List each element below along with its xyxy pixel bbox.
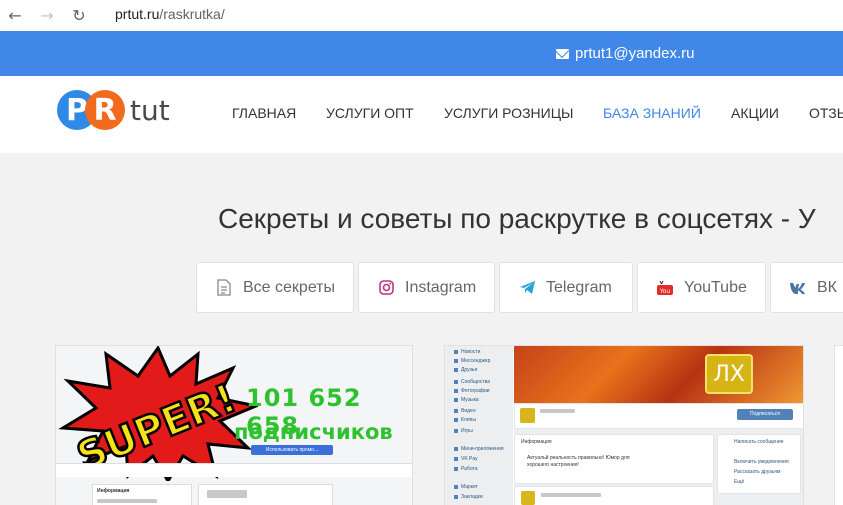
vk-side-item: Музыка — [454, 397, 479, 403]
vk-side-item: Закладки — [454, 494, 483, 500]
vk-info-title: Информация — [521, 439, 552, 445]
super-burst-image: SUPER! — [58, 346, 258, 481]
email-link[interactable]: prtut1@yandex.ru — [556, 45, 694, 62]
vk-subscribe-button: Подписаться — [737, 409, 793, 420]
filter-label: Все секреты — [243, 278, 336, 296]
vk-side-item: Новости — [454, 349, 480, 355]
vk-action: Рассказать друзьям — [734, 469, 781, 475]
forward-button[interactable]: → — [36, 4, 58, 26]
text-placeholder — [541, 493, 601, 497]
vk-side-item: Игры — [454, 428, 473, 434]
filter-label: Instagram — [405, 278, 477, 296]
vk-side-item: Фотографии — [454, 388, 490, 394]
vk-icon — [789, 279, 807, 297]
vk-post-avatar — [521, 491, 535, 505]
browser-toolbar: ← → ↻ prtut.ru/raskrutka/ — [0, 0, 843, 31]
logo-r: R — [85, 90, 125, 130]
promo-button: Использовать промо... — [251, 445, 333, 455]
filter-youtube[interactable]: You YouTube — [637, 262, 766, 313]
vk-post-box — [514, 486, 714, 505]
filter-telegram[interactable]: Telegram — [499, 262, 633, 313]
filter-instagram[interactable]: Instagram — [358, 262, 495, 313]
vk-actions-box: Написать сообщение Включить уведомления … — [717, 434, 801, 494]
instagram-icon — [377, 279, 395, 297]
logo-tut: tut — [130, 93, 170, 127]
text-placeholder — [540, 409, 575, 413]
envelope-icon — [556, 48, 569, 59]
document-icon — [215, 279, 233, 297]
arrow-left-icon: ← — [8, 5, 22, 25]
menu-item-knowledge-base[interactable]: База знаний — [603, 105, 701, 121]
youtube-icon: You — [656, 279, 674, 297]
vk-side-item: Видео — [454, 408, 476, 414]
article-card-partial[interactable] — [834, 345, 843, 505]
menu-item-retail[interactable]: Услуги розницы — [444, 105, 573, 121]
article-card-vk[interactable]: Новости Мессенджер Друзья Сообщества Фот… — [444, 345, 804, 505]
filter-vk[interactable]: ВК — [770, 262, 843, 313]
fb-info-panel: Информация — [92, 484, 192, 505]
svg-text:You: You — [659, 288, 671, 295]
vk-status: Актуальй реальность правильно! Юмор для … — [527, 455, 630, 468]
vk-side-item: Работа — [454, 466, 478, 472]
fb-tab-strip — [56, 463, 412, 477]
vk-side-item: Мессенджер — [454, 358, 490, 364]
filter-all-secrets[interactable]: Все секреты — [196, 262, 354, 313]
vk-side-item: Маркет — [454, 484, 478, 490]
text-placeholder — [97, 499, 157, 503]
panel-title: Информация — [97, 488, 130, 494]
back-button[interactable]: ← — [4, 4, 26, 26]
menu-item-promotions[interactable]: Акции — [731, 105, 779, 121]
site-logo[interactable]: P R tut — [57, 90, 170, 130]
vk-side-item: Друзья — [454, 367, 477, 373]
menu-item-wholesale[interactable]: Услуги опт — [326, 105, 414, 121]
filter-label: Telegram — [546, 278, 612, 296]
vk-action: Ещё — [734, 479, 745, 485]
vk-avatar — [520, 408, 535, 423]
text-placeholder — [207, 490, 247, 498]
vk-action: Включить уведомления — [734, 459, 789, 465]
url-host: prtut.ru — [115, 6, 160, 22]
fb-post-panel — [198, 484, 333, 505]
filter-label: ВК — [817, 278, 837, 296]
page-title: Секреты и советы по раскрутке в соцсетях… — [218, 203, 816, 234]
email-text: prtut1@yandex.ru — [575, 45, 695, 62]
arrow-right-icon: → — [40, 5, 54, 25]
vk-cover-image: ЛХ — [514, 346, 803, 403]
menu-item-reviews[interactable]: Отзывы — [809, 105, 843, 121]
vk-side-item: Клипы — [454, 417, 476, 423]
menu-item-home[interactable]: Главная — [232, 105, 296, 121]
article-card-facebook[interactable]: SUPER! 101 652 658 подписчиков Использов… — [55, 345, 413, 505]
telegram-icon — [518, 279, 536, 297]
vk-sidebar: Новости Мессенджер Друзья Сообщества Фот… — [445, 346, 513, 505]
vk-side-item: VK Pay — [454, 456, 478, 462]
vk-action: Написать сообщение — [734, 439, 784, 445]
filter-label: YouTube — [684, 278, 747, 296]
url-path: /raskrutka/ — [159, 6, 225, 22]
vk-cover-logo: ЛХ — [705, 354, 753, 394]
vk-side-item: Сообщества — [454, 379, 490, 385]
subscriber-word: подписчиков — [234, 420, 393, 444]
address-bar[interactable]: prtut.ru/raskrutka/ — [115, 6, 225, 22]
contact-strip — [0, 31, 843, 76]
reload-icon: ↻ — [72, 5, 86, 25]
reload-button[interactable]: ↻ — [68, 4, 90, 26]
vk-side-item: Мини-приложения — [454, 446, 504, 452]
vk-info-box: Информация Актуальй реальность правильно… — [514, 434, 714, 484]
